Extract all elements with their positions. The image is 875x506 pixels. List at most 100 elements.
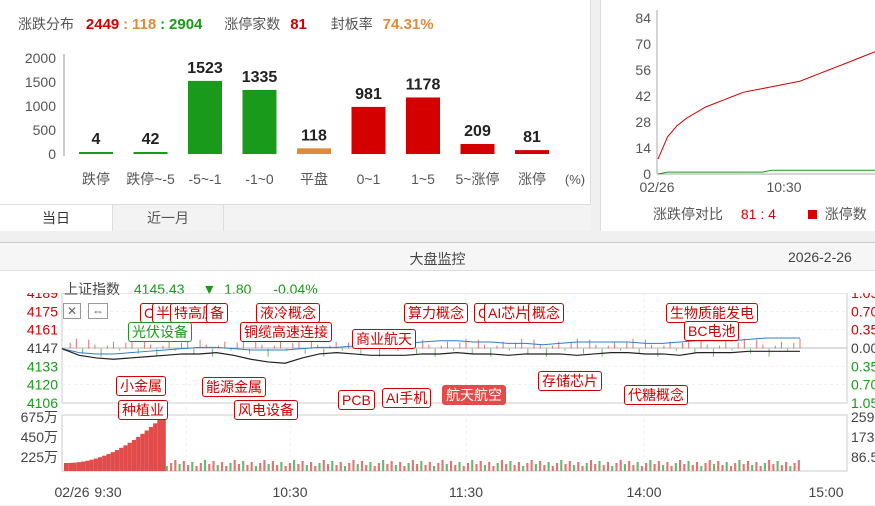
volume-bar	[776, 461, 779, 471]
limit-count: 81	[290, 16, 307, 33]
x-tick-label: 02/26	[54, 484, 89, 500]
category-label: -1~0	[245, 171, 274, 187]
volume-bar	[755, 462, 758, 471]
distribution-bar-chart: 2000 1500 1000 500 0 4 跌停 42 跌停~-5 1523 -5~-1 1335 -…	[25, 50, 585, 187]
concept-tag[interactable]: 生物质能发电	[666, 303, 758, 323]
legend-square-icon	[807, 210, 817, 219]
concept-tag[interactable]: 商业航天	[352, 329, 416, 349]
volume-bar	[526, 463, 529, 471]
volume-bar	[670, 466, 673, 471]
volume-bar	[305, 465, 308, 471]
volume-bar	[382, 460, 385, 471]
price-tick-label: 4189	[27, 293, 58, 301]
x-tick-label: 02/26	[639, 179, 674, 195]
bar-value-label: 1523	[187, 60, 223, 77]
volume-bar	[679, 460, 682, 471]
concept-tag[interactable]: 概念	[528, 303, 564, 323]
pct-tick-label: 0.35%	[851, 322, 875, 338]
volume-bar	[789, 466, 792, 471]
volume-bar	[530, 460, 533, 471]
volume-bar	[475, 464, 478, 471]
concept-tag[interactable]: 航天航空	[442, 385, 506, 405]
concept-tag[interactable]: 代糖概念	[624, 385, 688, 405]
bar	[351, 106, 386, 154]
concept-tag[interactable]: 存储芯片	[538, 371, 602, 391]
volume-bar	[585, 463, 588, 471]
concept-tag[interactable]: BC电池	[684, 321, 740, 341]
volume-bar	[208, 464, 211, 471]
y-tick-label: 1000	[25, 98, 56, 114]
concept-tag[interactable]: 液冷概念	[256, 303, 320, 323]
unit-label: (%)	[565, 172, 585, 187]
close-icon[interactable]: ✕	[63, 303, 81, 319]
volume-bar	[594, 464, 597, 471]
concept-tag[interactable]: 算力概念	[404, 303, 468, 323]
ratio-value: 81 : 4	[740, 206, 776, 222]
category-label: 平盘	[300, 171, 328, 187]
volume-bar	[746, 461, 749, 471]
concept-tag[interactable]: 备	[206, 303, 228, 323]
volume-bar	[785, 462, 788, 471]
pct-tick-label: 0.70%	[851, 303, 875, 319]
volume-bar	[517, 462, 520, 471]
concept-tag[interactable]: 种植业	[118, 400, 168, 420]
concept-tag[interactable]: 风电设备	[234, 400, 298, 420]
y-tick-label: 0	[48, 146, 56, 162]
volume-bar	[768, 460, 771, 471]
volume-bar	[598, 461, 601, 471]
volume-bar	[123, 445, 128, 471]
volume-bar	[742, 464, 745, 471]
volume-bar	[68, 462, 73, 471]
volume-bar	[335, 465, 338, 471]
volume-bar	[611, 466, 614, 471]
volume-bar	[513, 465, 516, 471]
y-tick-label: 1500	[25, 74, 56, 90]
volume-bar	[695, 462, 699, 471]
concept-tag[interactable]: 光伏设备	[128, 322, 192, 342]
tab-month[interactable]: 近一月	[112, 204, 224, 231]
expand-icon[interactable]: ⇔	[88, 303, 108, 319]
bar	[242, 89, 277, 154]
distribution-panel: 涨跌分布 2449 : 118 : 2904 涨停家数 81 封板率 74.31…	[0, 0, 591, 231]
volume-right-label: 2590	[851, 409, 875, 425]
volume-bar	[759, 466, 762, 471]
concept-tag[interactable]: 小金属	[116, 376, 166, 396]
volume-bar	[483, 465, 487, 471]
volume-bar	[280, 462, 283, 471]
volume-bar	[297, 464, 300, 471]
y-tick-label: 70	[635, 36, 651, 52]
volume-bar	[369, 462, 372, 471]
concept-tag[interactable]: AI手机	[382, 388, 432, 408]
concept-tag[interactable]: AI芯片	[484, 303, 534, 323]
volume-bar	[645, 463, 648, 471]
volume-bar	[479, 461, 482, 471]
volume-bar	[522, 466, 525, 471]
volume-bar	[263, 460, 266, 471]
tab-today[interactable]: 当日	[0, 204, 112, 231]
y-tick-label: 28	[635, 114, 651, 130]
volume-bar	[572, 465, 576, 471]
volume-bar	[653, 464, 656, 471]
bar-value-label: 118	[301, 127, 327, 144]
concept-tag[interactable]: PCB	[338, 390, 375, 410]
volume-bar	[352, 460, 355, 471]
volume-frame	[61, 414, 848, 472]
volume-bar	[339, 462, 342, 471]
volume-bar	[717, 461, 720, 471]
concept-tag[interactable]: 能源金属	[202, 377, 266, 397]
volume-bar	[254, 466, 257, 471]
seal-label: 封板率	[330, 16, 373, 32]
y-tick-label: 56	[635, 62, 651, 78]
volume-bar	[556, 463, 559, 471]
monitor-title: 大盘监控	[409, 251, 466, 267]
volume-bar	[420, 461, 423, 471]
limit-ratio-panel: 84 70 56 42 28 14 0 02/26 10:30 涨跌停对比 81 : 4 涨停数	[600, 0, 875, 231]
volume-bar	[543, 465, 546, 471]
volume-bar	[85, 460, 90, 471]
volume-bar	[276, 465, 279, 471]
bar-value-label: 81	[523, 129, 541, 146]
concept-tag[interactable]: 铜缆高速连接	[240, 322, 332, 342]
volume-bar	[449, 461, 453, 471]
seal-rate: 74.31%	[382, 16, 434, 33]
pct-tick-label: 1.05%	[851, 293, 875, 301]
